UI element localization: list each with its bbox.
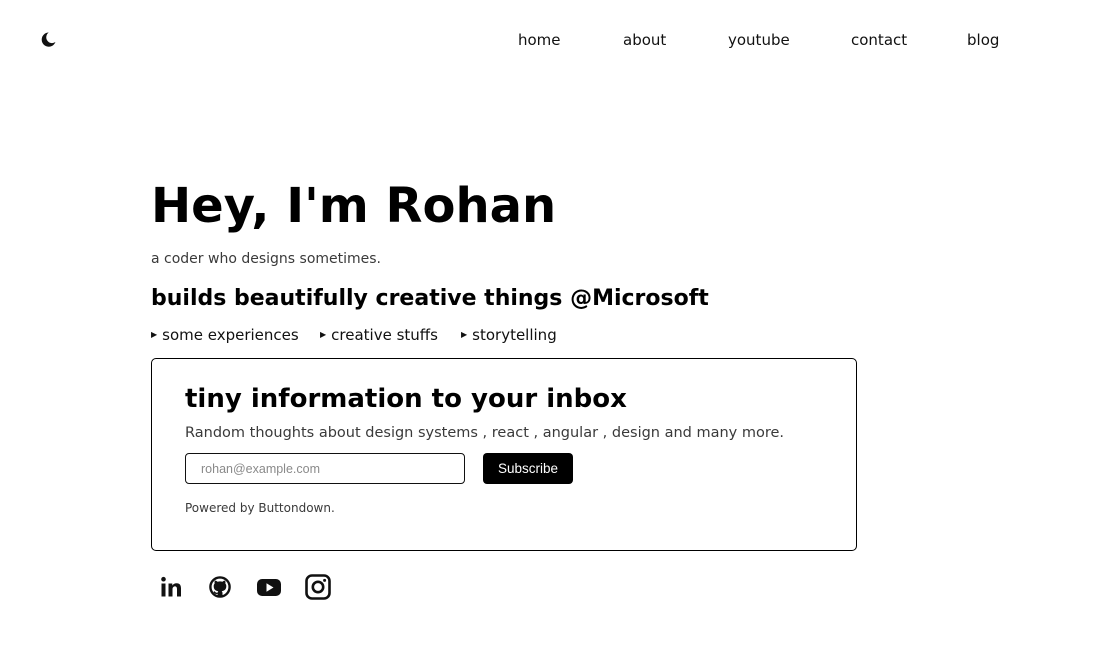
newsletter-title: tiny information to your inbox [185, 384, 627, 414]
main-nav: home about youtube contact blog [0, 30, 1101, 50]
linkedin-link[interactable] [157, 573, 185, 601]
link-creative-stuffs[interactable]: ▶ creative stuffs [320, 325, 438, 345]
link-label: storytelling [472, 326, 557, 344]
triangle-right-icon: ▶ [461, 330, 468, 339]
link-storytelling[interactable]: ▶ storytelling [461, 325, 557, 345]
link-label: creative stuffs [331, 326, 438, 344]
instagram-link[interactable] [304, 573, 332, 601]
tagline: a coder who designs sometimes. [151, 251, 382, 267]
nav-link-youtube[interactable]: youtube [728, 30, 790, 50]
triangle-right-icon: ▶ [151, 330, 158, 339]
nav-link-home[interactable]: home [518, 30, 561, 50]
powered-by-text: Powered by Buttondown. [185, 499, 335, 517]
headline: builds beautifully creative things @Micr… [151, 286, 709, 311]
email-input[interactable] [185, 453, 465, 484]
link-label: some experiences [162, 326, 299, 344]
nav-link-blog[interactable]: blog [967, 30, 999, 50]
page-title: Hey, I'm Rohan [151, 178, 557, 234]
link-some-experiences[interactable]: ▶ some experiences [151, 325, 299, 345]
nav-link-contact[interactable]: contact [851, 30, 907, 50]
newsletter-description: Random thoughts about design systems , r… [185, 425, 785, 441]
linkedin-icon [161, 576, 181, 597]
instagram-icon [305, 574, 331, 600]
youtube-link[interactable] [255, 573, 283, 601]
powered-by-prefix: Powered by [185, 501, 259, 515]
github-link[interactable] [206, 573, 234, 601]
youtube-icon [257, 579, 281, 596]
nav-link-about[interactable]: about [623, 30, 666, 50]
subscribe-button[interactable]: Subscribe [483, 453, 573, 484]
buttondown-link[interactable]: Buttondown. [258, 501, 334, 515]
newsletter-card: tiny information to your inbox Random th… [151, 358, 857, 551]
github-icon [209, 576, 231, 598]
triangle-right-icon: ▶ [320, 330, 327, 339]
